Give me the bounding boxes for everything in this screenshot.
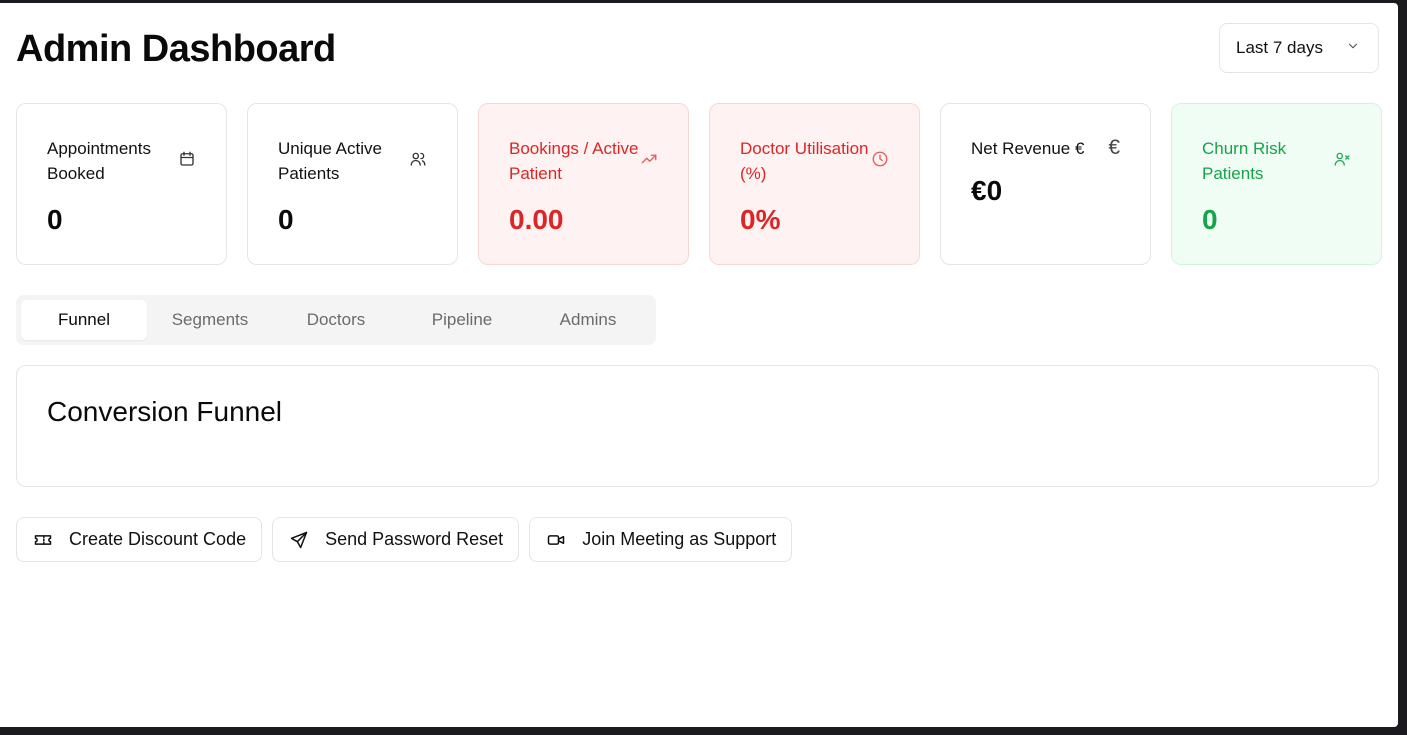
dashboard-page: Admin Dashboard Last 7 days Appointments… xyxy=(0,3,1398,727)
tab-segments[interactable]: Segments xyxy=(147,300,273,340)
ticket-icon xyxy=(33,530,53,550)
kpi-value: 0 xyxy=(47,204,63,235)
tab-admins[interactable]: Admins xyxy=(525,300,651,340)
join-meeting-as-support-button[interactable]: Join Meeting as Support xyxy=(529,517,793,562)
kpi-value: 0 xyxy=(1202,204,1218,235)
kpi-card-bookings-per-active-patient: Bookings / Active Patient 0.00 xyxy=(478,103,689,265)
funnel-title: Conversion Funnel xyxy=(47,396,283,427)
kpi-card-unique-active-patients: Unique Active Patients 0 xyxy=(247,103,458,265)
kpi-label: Doctor Utilisation (%) xyxy=(740,139,869,183)
tab-funnel[interactable]: Funnel xyxy=(21,300,147,340)
tab-pipeline[interactable]: Pipeline xyxy=(399,300,525,340)
conversion-funnel-panel: Conversion Funnel xyxy=(16,365,1379,487)
kpi-card-appointments-booked: Appointments Booked 0 xyxy=(16,103,227,265)
date-range-value: Last 7 days xyxy=(1236,38,1323,57)
kpi-card-net-revenue: Net Revenue € € €0 xyxy=(940,103,1151,265)
kpi-card-doctor-utilisation: Doctor Utilisation (%) 0% xyxy=(709,103,920,265)
action-label: Create Discount Code xyxy=(69,529,247,549)
trending-up-icon xyxy=(640,150,658,168)
quick-actions: Create Discount Code Send Password Reset… xyxy=(16,517,793,562)
action-label: Join Meeting as Support xyxy=(582,529,777,549)
kpi-label: Bookings / Active Patient xyxy=(509,139,639,183)
create-discount-code-button[interactable]: Create Discount Code xyxy=(16,517,263,562)
kpi-cards: Appointments Booked 0 Unique Active Pati… xyxy=(16,103,1382,265)
kpi-value: 0.00 xyxy=(509,204,564,235)
dashboard-tabs: Funnel Segments Doctors Pipeline Admins xyxy=(16,295,656,345)
kpi-label: Net Revenue € xyxy=(971,139,1085,158)
action-label: Send Password Reset xyxy=(325,529,504,549)
clock-icon xyxy=(871,150,889,168)
user-x-icon xyxy=(1333,150,1351,168)
kpi-value: 0 xyxy=(278,204,294,235)
kpi-value: 0% xyxy=(740,204,781,235)
users-icon xyxy=(409,150,427,168)
kpi-card-churn-risk-patients: Churn Risk Patients 0 xyxy=(1171,103,1382,265)
page-header: Admin Dashboard Last 7 days xyxy=(16,3,1379,103)
kpi-label: Churn Risk Patients xyxy=(1202,139,1287,183)
send-icon xyxy=(289,530,309,550)
kpi-label: Appointments Booked xyxy=(47,139,151,183)
kpi-label: Unique Active Patients xyxy=(278,139,382,183)
date-range-select[interactable]: Last 7 days xyxy=(1219,23,1379,73)
video-icon xyxy=(546,530,566,550)
send-password-reset-button[interactable]: Send Password Reset xyxy=(272,517,520,562)
kpi-value: €0 xyxy=(971,175,1003,206)
euro-icon: € xyxy=(1108,136,1120,159)
chevron-down-icon xyxy=(1346,38,1360,58)
calendar-icon xyxy=(178,150,196,168)
page-title: Admin Dashboard xyxy=(16,28,336,70)
tab-doctors[interactable]: Doctors xyxy=(273,300,399,340)
